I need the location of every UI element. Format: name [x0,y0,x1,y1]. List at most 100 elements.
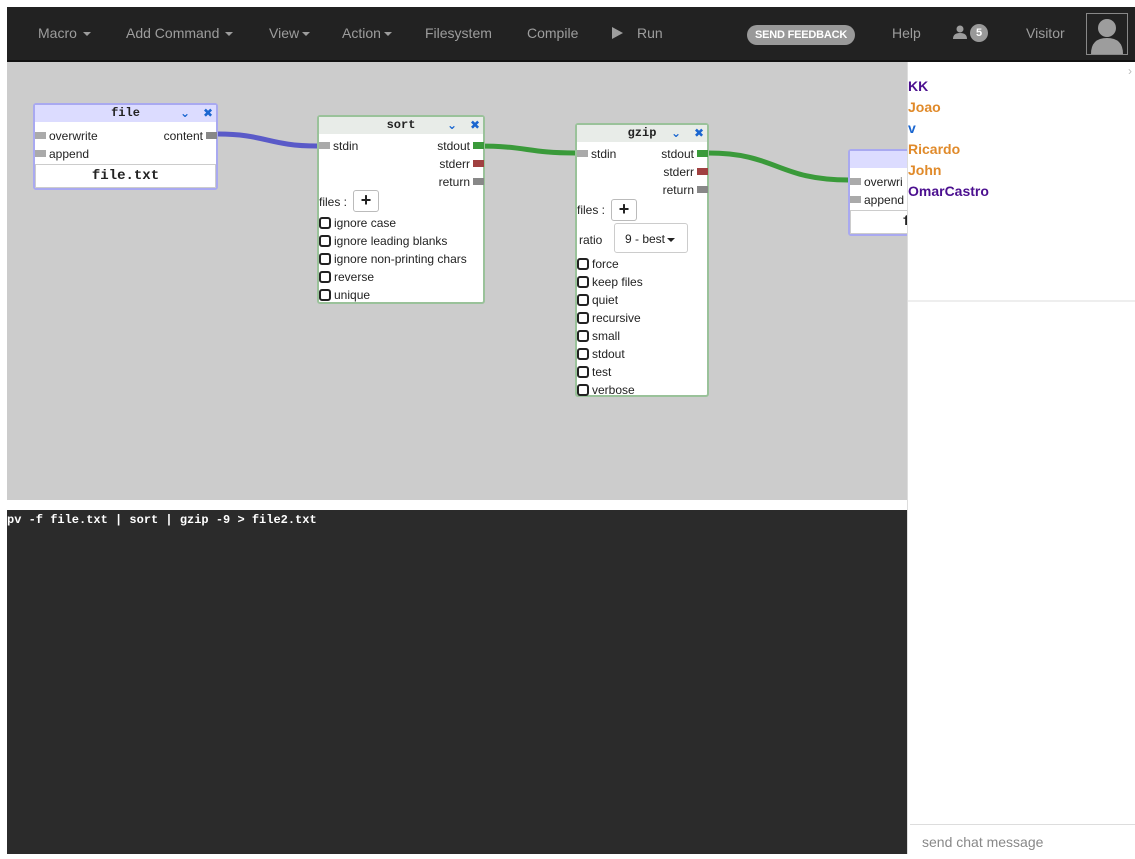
port-label: stderr [439,157,470,171]
chevron-down-icon [225,32,234,37]
node-header[interactable]: file ⌄ ✖ [35,105,216,122]
option-test[interactable]: test [577,365,611,379]
port-overwrite[interactable]: overwri [850,175,903,189]
node-header[interactable]: gzip ⌄ ✖ [577,125,707,142]
user-list-item[interactable]: v [908,118,989,139]
output-port-icon [697,150,708,158]
collapse-chevron-icon[interactable]: ⌄ [180,105,190,122]
add-file-button[interactable]: + [353,190,379,212]
file2-node[interactable]: overwri append f [848,149,907,236]
port-stdin[interactable]: stdin [319,139,358,153]
plus-icon: + [618,199,630,219]
user-list-item[interactable]: KK [908,76,989,97]
filename-field[interactable]: file.txt [35,164,216,188]
option-unique[interactable]: unique [319,288,370,302]
port-label: stdout [437,139,470,153]
filesystem-menu[interactable]: Filesystem [425,7,492,60]
graph-canvas[interactable]: file ⌄ ✖ overwrite append content file.t… [7,62,907,500]
add-file-button[interactable]: + [611,199,637,221]
add-command-menu-label: Add Command [126,25,220,41]
option-label: reverse [334,270,375,284]
checkbox[interactable] [319,216,331,229]
option-keep-files[interactable]: keep files [577,275,643,289]
node-header[interactable]: sort ⌄ ✖ [319,117,483,134]
help-link[interactable]: Help [892,7,921,60]
checkbox[interactable] [319,234,331,247]
filename-field[interactable]: f [850,210,907,234]
close-icon[interactable]: ✖ [203,105,213,122]
user-list-item[interactable]: Ricardo [908,139,989,160]
option-force[interactable]: force [577,257,619,271]
checkbox[interactable] [577,365,589,378]
option-label: ignore leading blanks [334,234,448,248]
visitor-label[interactable]: Visitor [1026,7,1065,60]
port-stderr[interactable]: stderr [439,157,484,171]
add-command-menu[interactable]: Add Command [126,7,234,60]
gzip-node[interactable]: gzip ⌄ ✖ stdin stdout stderr return file… [575,123,709,397]
chevron-down-icon [302,32,311,37]
user-list-item[interactable]: Joao [908,97,989,118]
run-button[interactable]: Run [612,7,663,60]
checkbox[interactable] [319,270,331,283]
chat-sidebar: › KK Joao v Ricardo John OmarCastro send chat… [907,62,1135,854]
macro-menu[interactable]: Macro [38,7,91,60]
checkbox[interactable] [577,383,589,396]
port-content[interactable]: content [164,129,217,143]
checkbox[interactable] [577,257,589,270]
option-stdout[interactable]: stdout [577,347,625,361]
compiled-command: pv -f file.txt | sort | gzip -9 > file2.… [7,513,317,527]
view-menu[interactable]: View [269,7,311,60]
port-stderr[interactable]: stderr [663,165,708,179]
option-recursive[interactable]: recursive [577,311,641,325]
node-header[interactable] [850,151,907,168]
port-stdin[interactable]: stdin [577,147,616,161]
user-list-item[interactable]: OmarCastro [908,181,989,202]
output-port-icon [473,178,484,186]
port-return[interactable]: return [663,183,708,197]
ratio-select[interactable]: 9 - best [614,223,688,253]
option-ignore-non-printing-chars[interactable]: ignore non-printing chars [319,252,467,266]
file-node[interactable]: file ⌄ ✖ overwrite append content file.t… [33,103,218,190]
port-stdout[interactable]: stdout [437,139,484,153]
checkbox[interactable] [577,293,589,306]
collapse-chevron-icon[interactable]: ⌄ [447,117,457,134]
option-verbose[interactable]: verbose [577,383,635,397]
checkbox[interactable] [319,288,331,301]
option-ignore-case[interactable]: ignore case [319,216,396,230]
port-append[interactable]: append [850,193,904,207]
port-stdout[interactable]: stdout [661,147,708,161]
checkbox[interactable] [577,311,589,324]
checkbox[interactable] [577,275,589,288]
action-menu[interactable]: Action [342,7,392,60]
output-port-icon [206,132,217,140]
port-return[interactable]: return [439,175,484,189]
compile-button[interactable]: Compile [527,7,578,60]
close-icon[interactable]: ✖ [694,125,704,142]
option-small[interactable]: small [577,329,620,343]
collapse-chevron-icon[interactable]: ⌄ [671,125,681,142]
chevron-right-icon[interactable]: › [1128,64,1132,78]
avatar[interactable] [1086,13,1128,55]
checkbox[interactable] [577,347,589,360]
terminal-panel[interactable]: pv -f file.txt | sort | gzip -9 > file2.… [7,510,907,854]
panel-gap [7,500,907,510]
port-overwrite[interactable]: overwrite [35,129,98,143]
chat-message-input[interactable]: send chat message [910,824,1135,854]
port-append[interactable]: append [35,147,89,161]
user-list-item[interactable]: John [908,160,989,181]
wire-file-to-sort [217,131,318,149]
sort-node[interactable]: sort ⌄ ✖ stdin stdout stderr return file… [317,115,485,304]
checkbox[interactable] [319,252,331,265]
input-port-icon [35,150,46,158]
option-quiet[interactable]: quiet [577,293,618,307]
option-ignore-leading-blanks[interactable]: ignore leading blanks [319,234,447,248]
user-count-badge[interactable]: 5 [970,24,988,42]
close-icon[interactable]: ✖ [470,117,480,134]
checkbox[interactable] [577,329,589,342]
files-label: files : [577,203,606,217]
files-label: files : [319,195,348,209]
port-label: stdin [591,147,617,161]
option-reverse[interactable]: reverse [319,270,374,284]
input-port-icon [850,178,861,186]
send-feedback-button[interactable]: SEND FEEDBACK [747,25,856,45]
